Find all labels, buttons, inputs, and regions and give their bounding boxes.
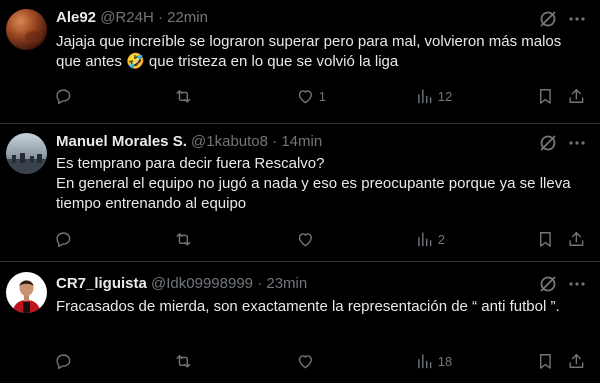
heart-icon xyxy=(298,89,312,103)
share-button[interactable] xyxy=(567,86,586,106)
tweet-header: Manuel Morales S. @1kabuto8 · 14min xyxy=(56,132,530,152)
share-icon xyxy=(569,353,584,368)
views-count: 12 xyxy=(437,88,453,104)
tweet-header: Ale92 @R24H · 22min xyxy=(56,8,530,28)
avatar[interactable] xyxy=(6,133,47,174)
bookmark-button[interactable] xyxy=(536,351,555,371)
views-button[interactable]: 12 xyxy=(415,86,452,106)
display-name[interactable]: Ale92 xyxy=(56,9,96,26)
bookmark-button[interactable] xyxy=(536,229,555,249)
separator: · xyxy=(272,133,278,150)
tweet-text: Es temprano para decir fuera Rescalvo? E… xyxy=(56,155,571,212)
reply-icon xyxy=(56,232,71,247)
share-button[interactable] xyxy=(567,229,586,249)
repost-button[interactable] xyxy=(174,351,197,371)
views-button[interactable]: 2 xyxy=(415,229,445,249)
timestamp[interactable]: 14min xyxy=(281,133,322,150)
like-count: 1 xyxy=(318,88,326,104)
reply-icon xyxy=(56,89,71,104)
heart-icon xyxy=(298,232,312,246)
timestamp[interactable]: 23min xyxy=(266,275,307,292)
reply-icon xyxy=(56,354,71,369)
avatar[interactable] xyxy=(6,9,47,50)
heart-icon xyxy=(298,354,312,368)
repost-icon xyxy=(176,232,191,246)
more-icon[interactable] xyxy=(567,9,587,29)
bookmark-icon xyxy=(539,231,551,247)
bookmark-icon xyxy=(539,88,551,104)
grok-icon[interactable] xyxy=(538,9,558,29)
bookmark-button[interactable] xyxy=(536,86,555,106)
like-button[interactable] xyxy=(296,351,319,371)
views-button[interactable]: 18 xyxy=(415,351,452,371)
share-button[interactable] xyxy=(567,351,586,371)
more-icon[interactable] xyxy=(567,274,587,294)
like-button[interactable] xyxy=(296,229,319,249)
display-name[interactable]: Manuel Morales S. xyxy=(56,133,187,150)
repost-icon xyxy=(176,354,191,368)
views-count: 18 xyxy=(437,353,453,369)
views-icon xyxy=(418,232,432,246)
repost-button[interactable] xyxy=(174,86,197,106)
tweet-header: CR7_liguista @Idk09998999 · 23min xyxy=(56,274,530,294)
tweet-actions: 1 12 xyxy=(50,86,590,106)
views-icon xyxy=(418,89,432,103)
views-icon xyxy=(418,354,432,368)
reply-button[interactable] xyxy=(54,229,77,249)
grok-icon[interactable] xyxy=(538,274,558,294)
like-button[interactable]: 1 xyxy=(296,86,326,106)
repost-icon xyxy=(176,89,191,103)
share-icon xyxy=(569,88,584,103)
tweet-actions: 2 xyxy=(50,229,590,249)
separator: · xyxy=(257,275,263,292)
views-count: 2 xyxy=(437,231,445,247)
avatar[interactable] xyxy=(6,272,47,313)
more-icon[interactable] xyxy=(567,133,587,153)
username[interactable]: @R24H xyxy=(100,9,154,26)
share-icon xyxy=(569,231,584,246)
separator: · xyxy=(157,9,163,26)
tweet-text: Jajaja que increíble se lograron superar… xyxy=(56,33,566,70)
bookmark-icon xyxy=(539,353,551,369)
repost-button[interactable] xyxy=(174,229,197,249)
tweet[interactable]: Ale92 @R24H · 22min Jajaja que increíble… xyxy=(0,0,600,124)
grok-icon[interactable] xyxy=(538,133,558,153)
tweet-actions: 18 xyxy=(50,351,590,371)
username[interactable]: @Idk09998999 xyxy=(151,275,253,292)
tweet-text: Fracasados de mierda, son exactamente la… xyxy=(56,298,560,315)
reply-button[interactable] xyxy=(54,351,77,371)
display-name[interactable]: CR7_liguista xyxy=(56,275,147,292)
tweet[interactable]: Manuel Morales S. @1kabuto8 · 14min Es t… xyxy=(0,124,600,262)
timestamp[interactable]: 22min xyxy=(167,9,208,26)
username[interactable]: @1kabuto8 xyxy=(191,133,268,150)
reply-button[interactable] xyxy=(54,86,77,106)
tweet[interactable]: CR7_liguista @Idk09998999 · 23min Fracas… xyxy=(0,262,600,383)
